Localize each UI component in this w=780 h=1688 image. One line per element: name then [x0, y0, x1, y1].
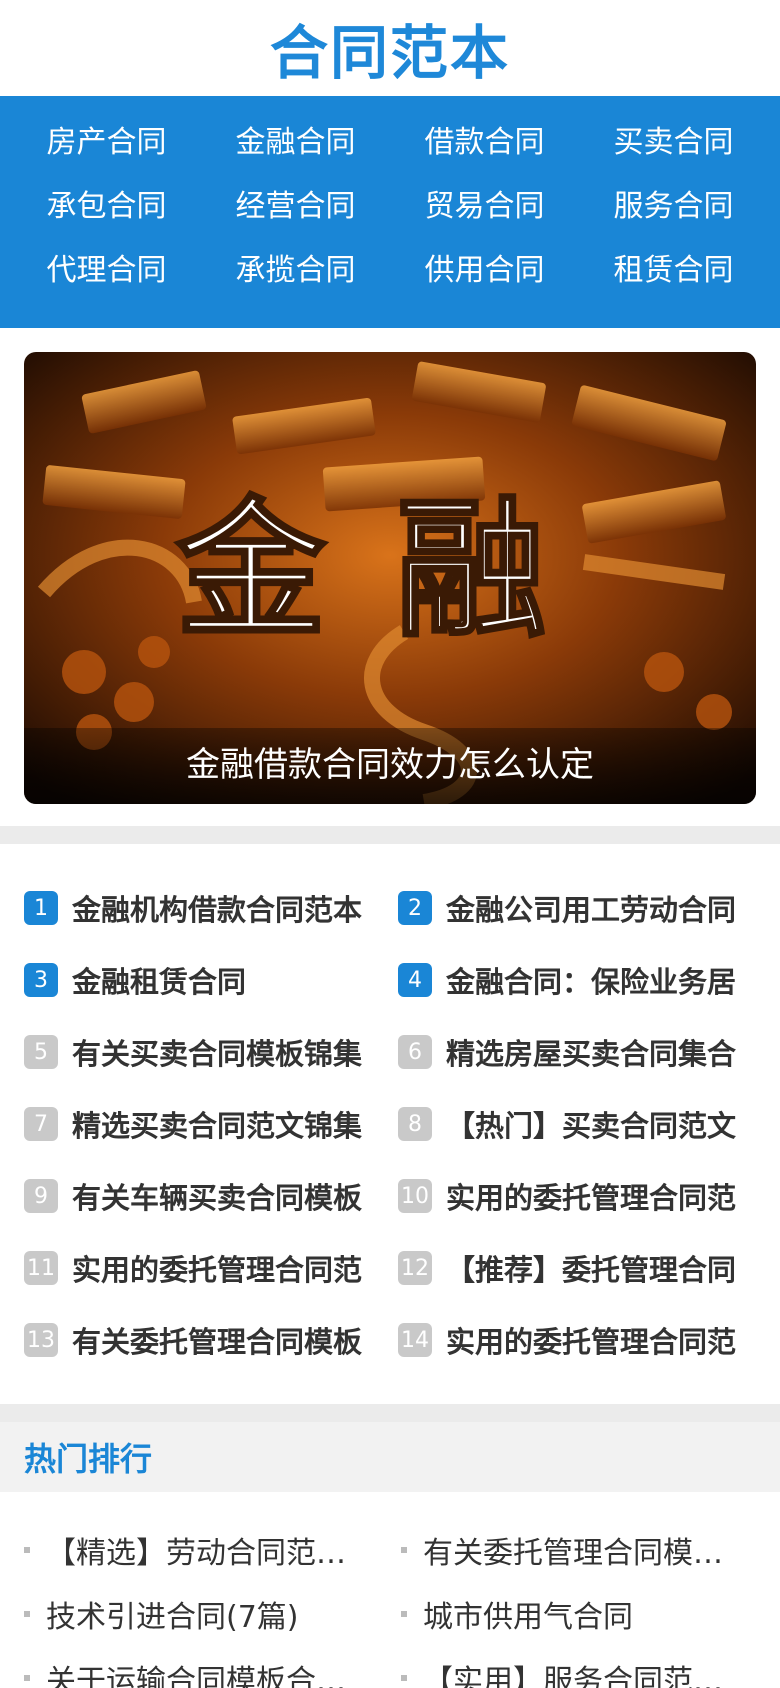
list-item-title[interactable]: 关于运输合同模板合… — [46, 1656, 346, 1688]
category-nav: 房产合同 金融合同 借款合同 买卖合同 承包合同 经营合同 贸易合同 服务合同 … — [0, 96, 780, 328]
nav-item-trade[interactable]: 贸易合同 — [390, 182, 579, 232]
rank-badge: 12 — [398, 1251, 432, 1285]
list-item-title[interactable]: 【推荐】委托管理合同 — [446, 1247, 736, 1289]
list-item-title[interactable]: 【热门】买卖合同范文 — [446, 1103, 736, 1145]
list-item-title[interactable]: 金融合同：保险业务居 — [446, 959, 736, 1001]
rank-badge: 11 — [24, 1251, 58, 1285]
nav-item-real-estate[interactable]: 房产合同 — [12, 118, 201, 168]
list-item-title[interactable]: 实用的委托管理合同范 — [446, 1319, 736, 1361]
banner-caption[interactable]: 金融借款合同效力怎么认定 — [24, 737, 756, 786]
list-item[interactable]: 【实用】服务合同范… — [401, 1646, 756, 1688]
rank-badge: 13 — [24, 1323, 58, 1357]
list-item[interactable]: 12 【推荐】委托管理合同 — [398, 1232, 756, 1304]
list-item-title[interactable]: 【精选】劳动合同范… — [46, 1528, 346, 1572]
nav-item-contracting[interactable]: 承包合同 — [12, 182, 201, 232]
nav-item-service[interactable]: 服务合同 — [579, 182, 768, 232]
list-item-title[interactable]: 【实用】服务合同范… — [423, 1656, 723, 1688]
list-item-title[interactable]: 有关委托管理合同模板 — [72, 1319, 362, 1361]
nav-item-operation[interactable]: 经营合同 — [201, 182, 390, 232]
list-item[interactable]: 1 金融机构借款合同范本 — [24, 872, 382, 944]
nav-item-lease[interactable]: 租赁合同 — [579, 246, 768, 296]
list-item[interactable]: 5 有关买卖合同模板锦集 — [24, 1016, 382, 1088]
hot-ranking-section: 热门排行 【精选】劳动合同范… 有关委托管理合同模… 技术引进合同(7篇) 城市… — [0, 1422, 780, 1688]
list-item[interactable]: 技术引进合同(7篇) — [24, 1582, 379, 1646]
list-item[interactable]: 13 有关委托管理合同模板 — [24, 1304, 382, 1376]
svg-text:融: 融 — [396, 484, 546, 658]
bullet-icon — [24, 1611, 30, 1617]
list-item[interactable]: 6 精选房屋买卖合同集合 — [398, 1016, 756, 1088]
list-item[interactable]: 城市供用气合同 — [401, 1582, 756, 1646]
list-item[interactable]: 11 实用的委托管理合同范 — [24, 1232, 382, 1304]
rank-badge: 4 — [398, 963, 432, 997]
rank-badge: 6 — [398, 1035, 432, 1069]
list-item[interactable]: 8 【热门】买卖合同范文 — [398, 1088, 756, 1160]
rank-badge: 7 — [24, 1107, 58, 1141]
rank-badge: 9 — [24, 1179, 58, 1213]
list-item-title[interactable]: 金融机构借款合同范本 — [72, 887, 362, 929]
nav-item-work-contract[interactable]: 承揽合同 — [201, 246, 390, 296]
rank-badge: 5 — [24, 1035, 58, 1069]
list-item-title[interactable]: 精选房屋买卖合同集合 — [446, 1031, 736, 1073]
list-item[interactable]: 有关委托管理合同模… — [401, 1518, 756, 1582]
bullet-icon — [401, 1675, 407, 1681]
list-item[interactable]: 4 金融合同：保险业务居 — [398, 944, 756, 1016]
list-item[interactable]: 10 实用的委托管理合同范 — [398, 1160, 756, 1232]
list-item[interactable]: 2 金融公司用工劳动合同 — [398, 872, 756, 944]
hot-ranking-list: 【精选】劳动合同范… 有关委托管理合同模… 技术引进合同(7篇) 城市供用气合同… — [0, 1492, 780, 1688]
list-item-title[interactable]: 有关委托管理合同模… — [423, 1528, 723, 1572]
nav-item-agency[interactable]: 代理合同 — [12, 246, 201, 296]
list-item[interactable]: 9 有关车辆买卖合同模板 — [24, 1160, 382, 1232]
category-grid: 房产合同 金融合同 借款合同 买卖合同 承包合同 经营合同 贸易合同 服务合同 … — [12, 118, 768, 296]
nav-item-supply[interactable]: 供用合同 — [390, 246, 579, 296]
rank-badge: 1 — [24, 891, 58, 925]
list-item[interactable]: 3 金融租赁合同 — [24, 944, 382, 1016]
section-divider — [0, 1404, 780, 1422]
bullet-icon — [24, 1547, 30, 1553]
list-item-title[interactable]: 金融公司用工劳动合同 — [446, 887, 736, 929]
list-item[interactable]: 14 实用的委托管理合同范 — [398, 1304, 756, 1376]
list-item[interactable]: 【精选】劳动合同范… — [24, 1518, 379, 1582]
list-item[interactable]: 7 精选买卖合同范文锦集 — [24, 1088, 382, 1160]
bullet-icon — [401, 1611, 407, 1617]
site-title[interactable]: 合同范本 — [270, 6, 510, 90]
list-item-title[interactable]: 有关车辆买卖合同模板 — [72, 1175, 362, 1217]
featured-banner[interactable]: 金 融 金融借款合同效力怎么认定 — [24, 352, 756, 804]
nav-item-sale[interactable]: 买卖合同 — [579, 118, 768, 168]
section-header: 热门排行 — [0, 1422, 780, 1492]
rank-badge: 14 — [398, 1323, 432, 1357]
bullet-icon — [24, 1675, 30, 1681]
rank-badge: 10 — [398, 1179, 432, 1213]
svg-text:金: 金 — [175, 484, 327, 658]
site-header: 合同范本 — [0, 0, 780, 96]
list-item-title[interactable]: 实用的委托管理合同范 — [446, 1175, 736, 1217]
rank-badge: 2 — [398, 891, 432, 925]
bullet-icon — [401, 1547, 407, 1553]
list-item-title[interactable]: 城市供用气合同 — [423, 1592, 633, 1636]
list-item-title[interactable]: 实用的委托管理合同范 — [72, 1247, 362, 1289]
list-item-title[interactable]: 金融租赁合同 — [72, 959, 246, 1001]
section-divider — [0, 826, 780, 844]
rank-badge: 8 — [398, 1107, 432, 1141]
list-item-title[interactable]: 精选买卖合同范文锦集 — [72, 1103, 362, 1145]
nav-item-finance[interactable]: 金融合同 — [201, 118, 390, 168]
list-item-title[interactable]: 技术引进合同(7篇) — [46, 1592, 299, 1636]
section-title: 热门排行 — [24, 1440, 153, 1478]
banner-section: 金 融 金融借款合同效力怎么认定 — [0, 328, 780, 826]
rank-badge: 3 — [24, 963, 58, 997]
list-item-title[interactable]: 有关买卖合同模板锦集 — [72, 1031, 362, 1073]
list-item[interactable]: 关于运输合同模板合… — [24, 1646, 379, 1688]
numbered-article-list: 1 金融机构借款合同范本 2 金融公司用工劳动合同 3 金融租赁合同 4 金融合… — [0, 844, 780, 1404]
nav-item-loan[interactable]: 借款合同 — [390, 118, 579, 168]
